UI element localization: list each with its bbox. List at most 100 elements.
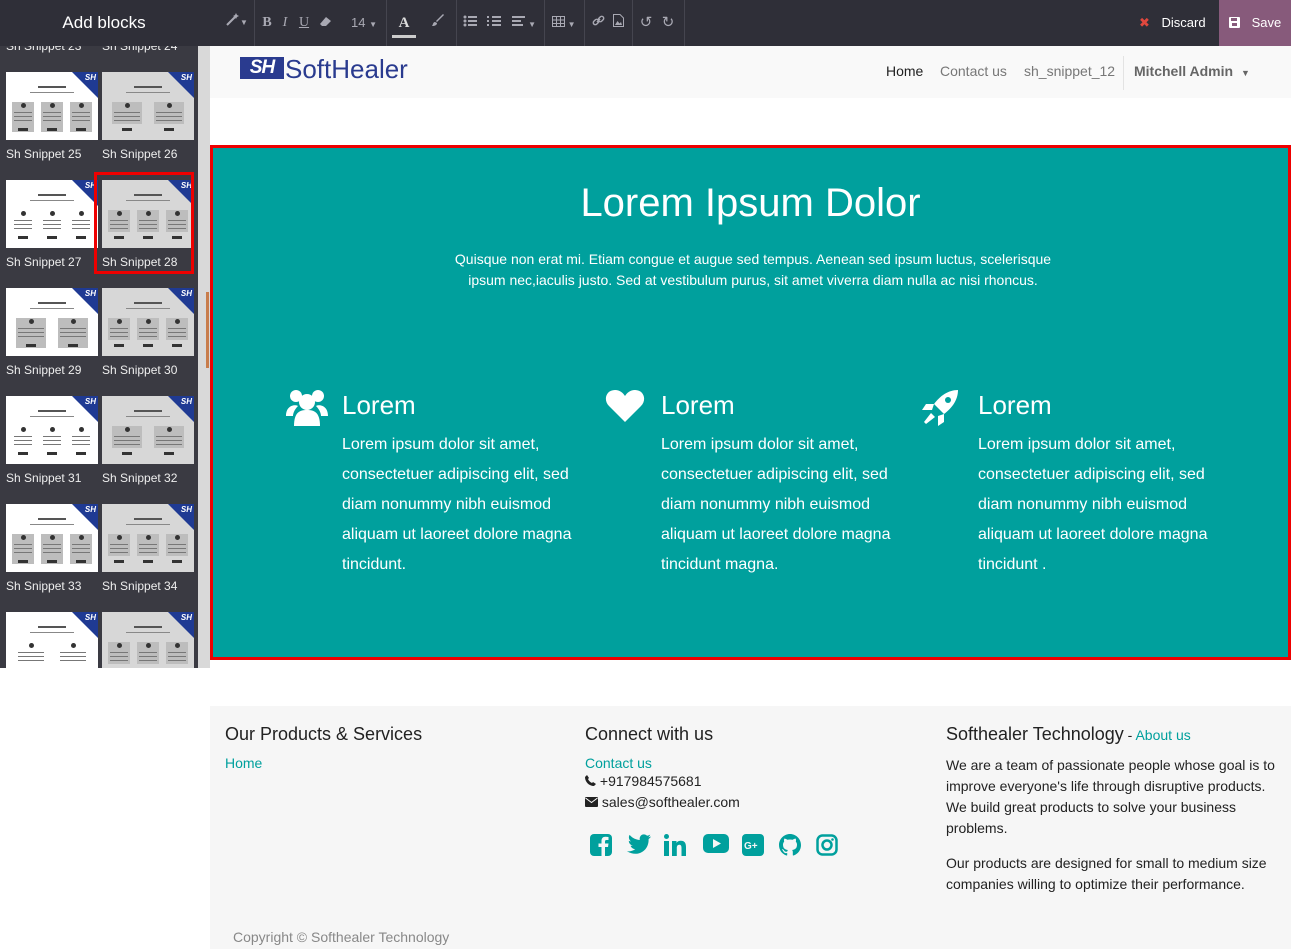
snippet-label: Sh Snippet 27 xyxy=(6,255,82,269)
close-icon: ✖ xyxy=(1139,15,1150,30)
chevron-down-icon[interactable]: ▼ xyxy=(240,0,248,46)
youtube-icon[interactable] xyxy=(703,834,731,858)
nav-contact-us[interactable]: Contact us xyxy=(940,63,1007,79)
snippet-label: Sh Snippet 29 xyxy=(6,363,82,377)
feature-heart: Lorem Lorem ipsum dolor sit amet, consec… xyxy=(605,388,905,588)
sh-badge: SH xyxy=(180,73,192,82)
footer-company: Softhealer Technology - About us We are … xyxy=(946,724,1281,895)
snippet-sh-snippet-26[interactable]: SH Sh Snippet 26 xyxy=(102,72,194,172)
sh-badge: SH xyxy=(84,73,96,82)
snippet-label: Sh Snippet 23 xyxy=(6,46,82,53)
italic-icon[interactable]: I xyxy=(278,0,292,46)
numbered-list-icon[interactable] xyxy=(486,0,502,46)
snippet-sh-snippet-31[interactable]: SH Sh Snippet 31 xyxy=(6,396,98,496)
snippet-label: Sh Snippet 25 xyxy=(6,147,82,161)
feature-users: Lorem Lorem ipsum dolor sit amet, consec… xyxy=(286,388,586,588)
nav-home[interactable]: Home xyxy=(886,63,923,79)
email-address: sales@softhealer.com xyxy=(601,794,740,810)
link-icon[interactable] xyxy=(590,0,606,46)
footer-home-link[interactable]: Home xyxy=(225,755,545,771)
snippet-sh-snippet-23[interactable]: SHSh Snippet 23 xyxy=(6,46,98,64)
snippet-sh-snippet-29[interactable]: SH Sh Snippet 29 xyxy=(6,288,98,388)
chevron-down-icon: ▼ xyxy=(369,20,377,29)
instagram-icon[interactable] xyxy=(816,834,840,858)
section-title[interactable]: Lorem Ipsum Dolor xyxy=(213,181,1288,226)
floppy-disk-icon xyxy=(1229,15,1244,30)
footer-connect: Connect with us Contact us +917984575681… xyxy=(585,724,905,813)
snippet-label: Sh Snippet 31 xyxy=(6,471,82,485)
snippet-thumbnail: SH xyxy=(102,180,194,248)
snippet-sh-snippet-36[interactable]: SHSh Snippet 36 xyxy=(102,612,194,668)
snippet-sh-snippet-32[interactable]: SH Sh Snippet 32 xyxy=(102,396,194,496)
bulleted-list-icon[interactable] xyxy=(462,0,478,46)
user-menu[interactable]: Mitchell Admin ▼ xyxy=(1134,63,1250,79)
paint-brush-icon[interactable] xyxy=(428,0,448,46)
snippet-thumbnail: SH xyxy=(6,72,98,140)
linkedin-icon[interactable] xyxy=(664,834,688,858)
user-name: Mitchell Admin xyxy=(1134,63,1234,79)
about-text-2: Our products are designed for small to m… xyxy=(946,855,1267,892)
redo-icon[interactable]: ↻ xyxy=(660,0,676,46)
snippet-thumbnail: SH xyxy=(6,504,98,572)
site-navbar: SH SoftHealer Home Contact us sh_snippet… xyxy=(210,46,1291,98)
snippet-sh-snippet-27[interactable]: SH Sh Snippet 27 xyxy=(6,180,98,280)
font-size-dropdown[interactable]: 14 ▼ xyxy=(348,0,380,46)
rocket-icon xyxy=(922,388,966,432)
phone-number: +917984575681 xyxy=(599,773,702,789)
nav-sh-snippet-12[interactable]: sh_snippet_12 xyxy=(1024,63,1115,79)
twitter-icon[interactable] xyxy=(627,834,651,858)
section-description[interactable]: Quisque non erat mi. Etiam congue et aug… xyxy=(443,249,1063,291)
snippet-sh-snippet-24[interactable]: SHSh Snippet 24 xyxy=(102,46,194,64)
panel-scrollbar-thumb[interactable] xyxy=(206,292,209,368)
github-icon[interactable] xyxy=(779,834,803,858)
font-size-value: 14 xyxy=(350,15,366,30)
google-plus-icon[interactable]: G+ xyxy=(742,834,766,858)
snippet-thumbnail: SH xyxy=(6,180,98,248)
discard-button[interactable]: ✖ Discard xyxy=(1129,0,1219,46)
envelope-icon xyxy=(585,794,602,810)
feature-text[interactable]: Lorem ipsum dolor sit amet, consectetuer… xyxy=(342,430,582,580)
footer-products: Our Products & Services Home xyxy=(225,724,545,771)
about-us-link[interactable]: About us xyxy=(1135,727,1190,743)
snippet-label: Sh Snippet 30 xyxy=(102,363,178,377)
underline-icon[interactable]: U xyxy=(296,0,312,46)
snippet-list[interactable]: SHSh Snippet 23SHSh Snippet 24SHSh Snipp… xyxy=(0,46,198,668)
snippet-sh-snippet-34[interactable]: SH Sh Snippet 34 xyxy=(102,504,194,604)
media-icon[interactable] xyxy=(610,0,626,46)
company-name: Softhealer Technology xyxy=(946,724,1124,744)
feature-text[interactable]: Lorem ipsum dolor sit amet, consectetuer… xyxy=(661,430,901,580)
font-color-icon[interactable]: A xyxy=(392,0,416,46)
snippet-sh-snippet-33[interactable]: SH Sh Snippet 33 xyxy=(6,504,98,604)
snippet-sh-snippet-28[interactable]: SH Sh Snippet 28 xyxy=(102,180,194,280)
bold-icon[interactable]: B xyxy=(260,0,274,46)
feature-title[interactable]: Lorem xyxy=(661,390,735,421)
sh-badge: SH xyxy=(180,397,192,406)
panel-title: Add blocks xyxy=(0,0,210,46)
sh-badge: SH xyxy=(84,397,96,406)
feature-text[interactable]: Lorem ipsum dolor sit amet, consectetuer… xyxy=(978,430,1218,580)
feature-title[interactable]: Lorem xyxy=(342,390,416,421)
snippet-label: Sh Snippet 34 xyxy=(102,579,178,593)
undo-icon[interactable]: ↺ xyxy=(638,0,654,46)
snippet-section-selected[interactable]: Lorem Ipsum Dolor Quisque non erat mi. E… xyxy=(210,145,1291,660)
footer-contact-link[interactable]: Contact us xyxy=(585,755,905,771)
footer-company-title: Softhealer Technology - About us xyxy=(946,724,1281,745)
snippet-sh-snippet-25[interactable]: SH Sh Snippet 25 xyxy=(6,72,98,172)
snippet-sh-snippet-35[interactable]: SHSh Snippet 35 xyxy=(6,612,98,668)
footer-phone[interactable]: +917984575681 xyxy=(585,771,905,792)
font-color-bar xyxy=(392,35,416,38)
table-dropdown[interactable]: ▼ xyxy=(550,0,578,46)
feature-title[interactable]: Lorem xyxy=(978,390,1052,421)
website-preview: SH SoftHealer Home Contact us sh_snippet… xyxy=(210,46,1291,949)
sh-badge: SH xyxy=(84,289,96,298)
paragraph-align-dropdown[interactable]: ▼ xyxy=(510,0,538,46)
eraser-icon[interactable] xyxy=(318,0,334,46)
snippet-thumbnail: SH xyxy=(6,288,98,356)
snippet-thumbnail: SH xyxy=(102,72,194,140)
facebook-icon[interactable] xyxy=(590,834,614,858)
footer-connect-title: Connect with us xyxy=(585,724,714,744)
footer-products-title: Our Products & Services xyxy=(225,724,423,744)
save-button[interactable]: Save xyxy=(1219,0,1291,46)
snippet-sh-snippet-30[interactable]: SH Sh Snippet 30 xyxy=(102,288,194,388)
footer-email[interactable]: sales@softhealer.com xyxy=(585,792,905,813)
